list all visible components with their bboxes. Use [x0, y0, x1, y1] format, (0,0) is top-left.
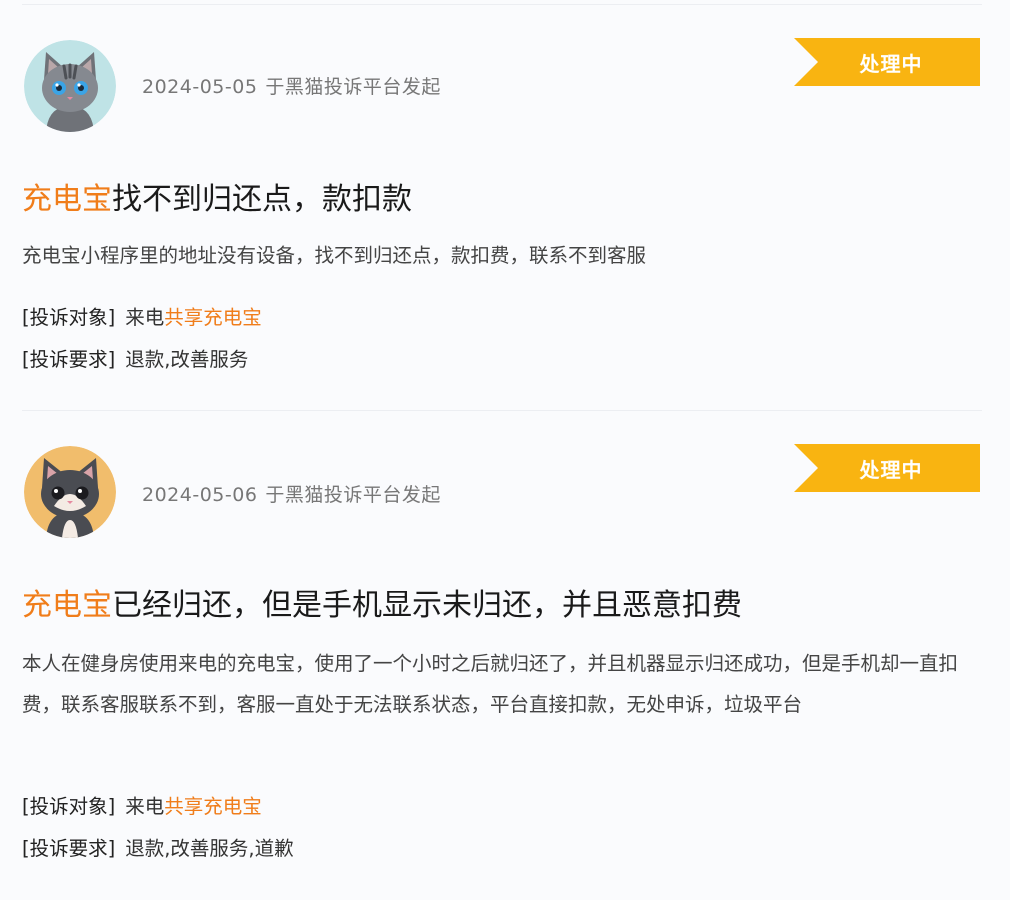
avatar	[24, 40, 116, 132]
target-label: [投诉对象]	[22, 306, 116, 329]
complaint-meta: 2024-05-06 于黑猫投诉平台发起	[142, 480, 441, 507]
request-label: [投诉要求]	[22, 837, 116, 860]
complaint-date: 2024-05-06	[142, 484, 258, 506]
title-text: 找不到归还点，款扣款	[112, 182, 412, 217]
complaint-source: 于黑猫投诉平台发起	[265, 484, 441, 506]
title-keyword: 充电宝	[22, 182, 112, 217]
target-company: 来电	[125, 795, 165, 818]
request-value: 退款,改善服务,道歉	[125, 837, 294, 860]
complaint-source: 于黑猫投诉平台发起	[265, 76, 441, 98]
gray-cat-avatar-icon	[24, 40, 116, 132]
title-text: 已经归还，但是手机显示未归还，并且恶意扣费	[112, 588, 742, 623]
target-link[interactable]: 共享充电宝	[164, 306, 262, 329]
complaint-meta: 2024-05-05 于黑猫投诉平台发起	[142, 72, 441, 99]
complaint-request-row: [投诉要求] 退款,改善服务	[22, 343, 248, 372]
status-badge: 处理中	[794, 38, 980, 86]
divider	[22, 410, 982, 411]
target-label: [投诉对象]	[22, 795, 116, 818]
request-label: [投诉要求]	[22, 348, 116, 371]
status-label: 处理中	[859, 457, 923, 482]
complaint-card[interactable]: 2024-05-05 于黑猫投诉平台发起 处理中 充电宝找不到归还点，款扣款 充电…	[0, 0, 1010, 410]
complaint-title[interactable]: 充电宝找不到归还点，款扣款	[22, 174, 412, 218]
avatar	[24, 446, 116, 538]
tuxedo-cat-avatar-icon	[24, 446, 116, 538]
target-link[interactable]: 共享充电宝	[164, 795, 262, 818]
status-badge: 处理中	[794, 444, 980, 492]
complaint-date: 2024-05-05	[142, 76, 258, 98]
target-company: 来电	[125, 306, 165, 329]
complaint-target-row: [投诉对象] 来电共享充电宝	[22, 301, 262, 330]
complaint-card[interactable]: 2024-05-06 于黑猫投诉平台发起 处理中 充电宝已经归还，但是手机显示未归…	[0, 410, 1010, 900]
complaint-title[interactable]: 充电宝已经归还，但是手机显示未归还，并且恶意扣费	[22, 580, 742, 624]
title-keyword: 充电宝	[22, 588, 112, 623]
complaint-description: 本人在健身房使用来电的充电宝，使用了一个小时之后就归还了，并且机器显示归还成功，…	[22, 652, 959, 716]
complaint-request-row: [投诉要求] 退款,改善服务,道歉	[22, 832, 294, 861]
divider	[22, 4, 982, 5]
complaint-target-row: [投诉对象] 来电共享充电宝	[22, 790, 262, 819]
request-value: 退款,改善服务	[125, 348, 249, 371]
complaint-description: 充电宝小程序里的地址没有设备，找不到归还点，款扣费，联系不到客服	[22, 244, 647, 267]
status-label: 处理中	[859, 51, 923, 76]
